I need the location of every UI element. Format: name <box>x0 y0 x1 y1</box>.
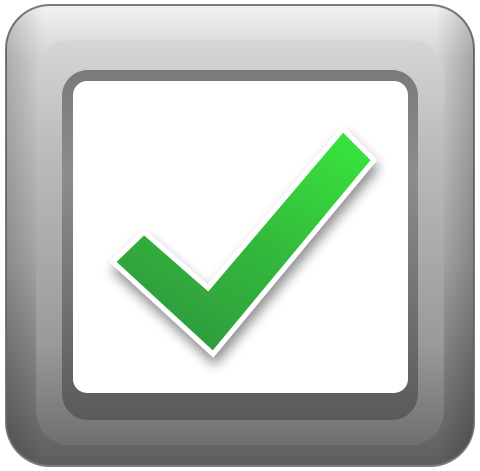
checkbox-widget[interactable] <box>0 0 480 471</box>
checked-checkbox[interactable] <box>0 0 480 471</box>
checkbox-face <box>73 81 408 393</box>
